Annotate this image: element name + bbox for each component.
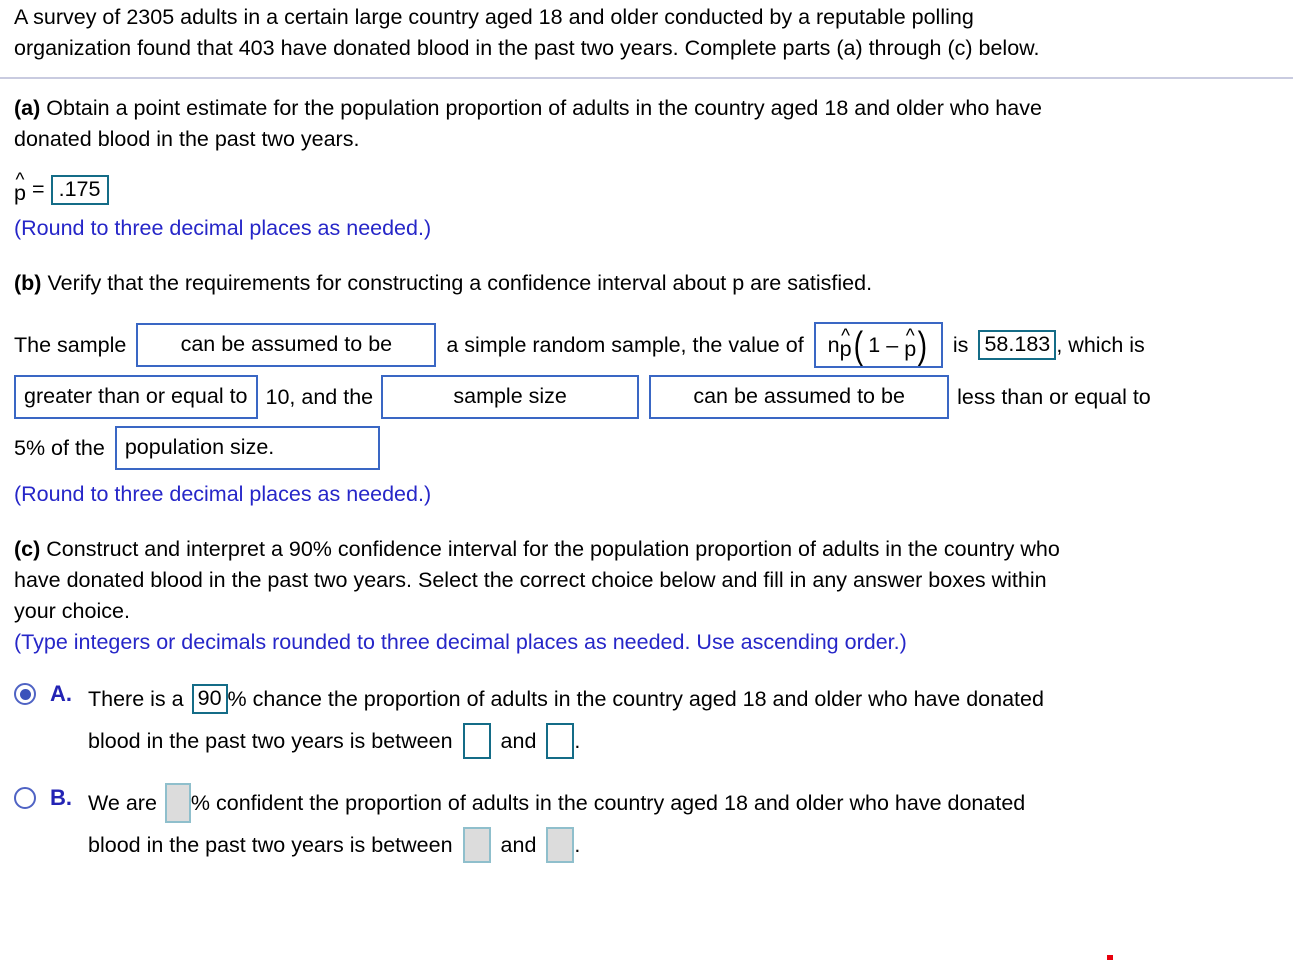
part-b-line-1: (b) Verify that the requirements for cons… [14, 268, 1279, 299]
part-a-answer-row: ^ p = .175 [0, 170, 1293, 206]
choice-b-body: We are % confident the proportion of adu… [88, 782, 1279, 866]
part-a-text-1: Obtain a point estimate for the populati… [46, 96, 1042, 120]
part-a-line-1: (a) Obtain a point estimate for the popul… [14, 93, 1279, 124]
part-c-line-1: (c) Construct and interpret a 90% confide… [14, 534, 1279, 565]
choice-b[interactable]: B. We are % confident the proportion of … [0, 782, 1293, 866]
part-c-line-2: have donated blood in the past two years… [14, 568, 1047, 592]
part-a-label: (a) [14, 96, 41, 120]
part-a-line-2: donated blood in the past two years. [14, 127, 360, 151]
part-b-row-1: The sample can be assumed to be a simple… [0, 322, 1293, 368]
choice-b-period: . [574, 832, 581, 857]
choice-a-body: There is a 90 % chance the proportion of… [88, 678, 1279, 762]
choice-b-line2-before: blood in the past two years is between [88, 832, 453, 857]
equals-sign: = [31, 177, 45, 201]
question-page: A survey of 2305 adults in a certain lar… [0, 0, 1293, 960]
n-symbol: n [827, 332, 840, 357]
simple-random-sample-label: a simple random sample, the value of [446, 332, 804, 357]
choice-a-line2-before: blood in the past two years is between [88, 728, 453, 753]
choice-a-and-label: and [500, 728, 537, 753]
part-c-line-3: your choice. [14, 599, 130, 623]
p-hat-symbol-formula-1: ^ p [839, 325, 852, 361]
choice-a[interactable]: A. There is a 90 % chance the proportion… [0, 678, 1293, 762]
minus-sign: – [886, 332, 899, 357]
part-c-round-note: (Type integers or decimals rounded to th… [14, 630, 907, 654]
choice-a-line-2: blood in the past two years is between a… [88, 720, 1279, 762]
part-b-row-3: 5% of the population size. [0, 426, 1293, 470]
close-paren: ) [917, 324, 928, 367]
radio-choice-a[interactable] [14, 683, 36, 705]
the-sample-label: The sample [14, 332, 127, 357]
part-c-label: (c) [14, 537, 41, 561]
radio-choice-b[interactable] [14, 787, 36, 809]
choice-a-upper-bound-input[interactable] [546, 723, 575, 759]
ten-and-the-label: 10, and the [265, 384, 374, 409]
part-a: (a) Obtain a point estimate for the popul… [0, 93, 1293, 155]
part-c-text-1: Construct and interpret a 90% confidence… [46, 537, 1060, 561]
dropdown-size-assumption[interactable]: can be assumed to be [649, 375, 950, 419]
choice-b-line-2: blood in the past two years is between a… [88, 824, 1279, 866]
part-a-round-note: (Round to three decimal places as needed… [14, 216, 432, 240]
phat-equation: ^ p = .175 [14, 170, 1279, 206]
choice-b-upper-bound-input[interactable] [546, 827, 575, 863]
part-b-label: (b) [14, 271, 42, 295]
is-label: is [952, 332, 969, 357]
five-percent-of-the-label: 5% of the [14, 435, 105, 460]
choice-b-line-1: We are % confident the proportion of adu… [88, 782, 1279, 824]
p-hat-symbol: ^ p [14, 170, 26, 206]
open-paren: ( [853, 324, 863, 367]
choice-a-text-after: % chance the proportion of adults in the… [227, 686, 1044, 711]
part-b-row-1-inner: The sample can be assumed to be a simple… [14, 322, 1279, 368]
part-b-row-3-inner: 5% of the population size. [14, 426, 1279, 470]
choice-a-letter: A. [50, 681, 72, 706]
part-a-note-wrap: (Round to three decimal places as needed… [0, 213, 1293, 244]
part-b-row-2: greater than or equal to 10, and the sam… [0, 375, 1293, 419]
dropdown-inequality-lower[interactable]: greater than or equal to [14, 375, 258, 419]
np-formula-box[interactable]: n ^ p(1– ^ p) [813, 322, 943, 368]
less-than-or-equal-label: less than or equal to [957, 384, 1151, 409]
part-b-row-2-inner: greater than or equal to 10, and the sam… [14, 375, 1279, 419]
choice-a-period: . [574, 728, 581, 753]
choice-b-text-after: % confident the proportion of adults in … [190, 790, 1026, 815]
hat-accent-icon: ^ [841, 325, 851, 347]
part-b-note-wrap: (Round to three decimal places as needed… [0, 479, 1293, 510]
problem-line-1: A survey of 2305 adults in a certain lar… [14, 5, 974, 29]
dropdown-population-size[interactable]: population size. [114, 426, 380, 470]
part-b-round-note: (Round to three decimal places as needed… [14, 482, 432, 506]
phat-answer-input[interactable]: .175 [50, 174, 109, 205]
which-is-label: , which is [1056, 332, 1145, 357]
cursor-marker-icon [1107, 955, 1113, 960]
choice-b-lower-bound-input[interactable] [462, 827, 491, 863]
part-c: (c) Construct and interpret a 90% confide… [0, 534, 1293, 658]
np-value-input[interactable]: 58.183 [978, 330, 1057, 360]
choice-a-lower-bound-input[interactable] [462, 723, 491, 759]
choice-b-and-label: and [500, 832, 537, 857]
hat-accent-icon: ^ [905, 325, 915, 347]
section-divider [0, 77, 1293, 79]
choice-b-letter: B. [50, 785, 72, 810]
part-b-text: Verify that the requirements for constru… [47, 271, 873, 295]
problem-line-2: organization found that 403 have donated… [14, 36, 1040, 60]
choice-a-line-1: There is a 90 % chance the proportion of… [88, 678, 1279, 720]
choice-b-text-before: We are [88, 790, 157, 815]
dropdown-sample-size[interactable]: sample size [381, 375, 640, 419]
choice-b-confidence-input[interactable] [164, 783, 191, 823]
part-b: (b) Verify that the requirements for cons… [0, 268, 1293, 299]
choice-a-text-before: There is a [88, 686, 184, 711]
dropdown-sample-assumption[interactable]: can be assumed to be [136, 323, 437, 367]
problem-statement: A survey of 2305 adults in a certain lar… [0, 0, 1293, 64]
p-hat-symbol-formula-2: ^ p [904, 325, 917, 361]
one-literal: 1 [868, 332, 881, 357]
hat-accent-icon: ^ [15, 170, 25, 192]
choice-a-confidence-input[interactable]: 90 [191, 684, 228, 714]
